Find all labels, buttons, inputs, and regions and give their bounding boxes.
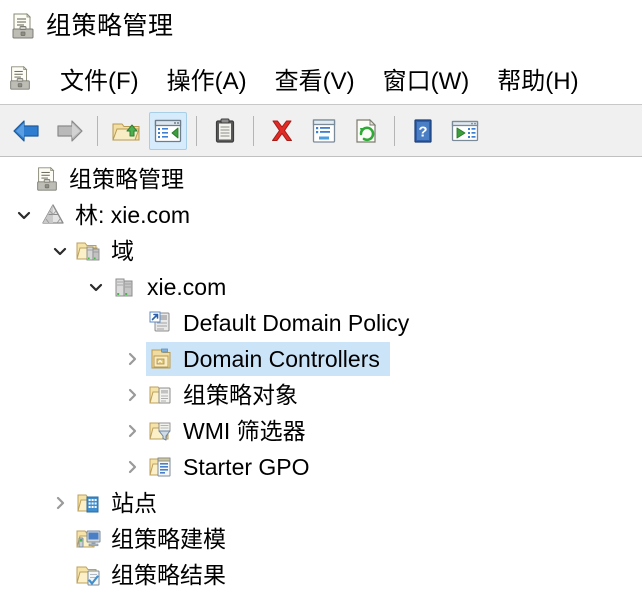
chevron-right-icon[interactable]: [118, 377, 146, 413]
show-console-tree-button[interactable]: [149, 111, 187, 150]
blue-question-icon: ?: [412, 118, 434, 144]
tree-node-starter-gpo[interactable]: Starter GPO: [0, 449, 642, 485]
tree-node-label: Starter GPO: [183, 453, 310, 480]
chevron-right-icon[interactable]: [118, 341, 146, 377]
chevron-down-icon[interactable]: [82, 269, 110, 305]
tree-node-label: 站点: [111, 489, 157, 516]
tree-node-label: WMI 筛选器: [183, 417, 306, 444]
tree-node-label: 组策略对象: [183, 381, 298, 408]
menu-view[interactable]: 查看(V): [261, 59, 369, 98]
group-policy-management-icon: [32, 164, 62, 194]
svg-text:?: ?: [418, 123, 427, 140]
tree-node-wmi-filters[interactable]: WMI 筛选器: [0, 413, 642, 449]
menu-help[interactable]: 帮助(H): [483, 59, 592, 98]
export-list-button[interactable]: [446, 112, 484, 150]
tree-node-label: 林: xie.com: [75, 201, 191, 228]
menu-window[interactable]: 窗口(W): [369, 59, 484, 98]
properties-clipboard-button[interactable]: [206, 112, 244, 150]
delete-button[interactable]: [263, 112, 301, 150]
tree-node-sites[interactable]: 站点: [0, 485, 642, 521]
menu-item-list: 文件(F) 操作(A) 查看(V) 窗口(W) 帮助(H): [46, 59, 593, 98]
refresh-green-icon: [354, 118, 378, 144]
tree-node-label: Default Domain Policy: [183, 309, 410, 336]
back-arrow-icon: [12, 118, 42, 144]
help-button[interactable]: ?: [404, 112, 442, 150]
tree-node-domain-controllers[interactable]: Domain Controllers: [0, 341, 642, 377]
chevron-right-icon[interactable]: [118, 449, 146, 485]
tree-node-forest[interactable]: 林: xie.com: [0, 197, 642, 233]
forward-button[interactable]: [50, 112, 88, 150]
forest-icon: [38, 200, 68, 230]
menu-action[interactable]: 操作(A): [153, 59, 261, 98]
export-list-icon: [451, 119, 479, 143]
gp-modeling-folder-icon: [74, 524, 104, 554]
starter-gpo-folder-icon: [146, 452, 176, 482]
chevron-right-icon[interactable]: [46, 485, 74, 521]
tree-node-label: Domain Controllers: [183, 345, 380, 372]
chevron-down-icon[interactable]: [10, 197, 38, 233]
tree-node-gp-modeling[interactable]: 组策略建模: [0, 521, 642, 557]
refresh-button[interactable]: [347, 112, 385, 150]
menu-bar: 文件(F) 操作(A) 查看(V) 窗口(W) 帮助(H): [0, 52, 642, 104]
toolbar-separator: [97, 115, 98, 146]
tree-node-label: 组策略结果: [111, 561, 226, 588]
toolbar: ?: [0, 104, 642, 157]
sites-folder-icon: [74, 488, 104, 518]
group-policy-management-icon[interactable]: [6, 64, 34, 92]
folder-up-icon: [111, 118, 141, 144]
forward-arrow-icon: [54, 118, 84, 144]
tree-node-label: 域: [111, 237, 134, 264]
wmi-filter-folder-icon: [146, 416, 176, 446]
console-tree-icon: [154, 119, 182, 143]
tree-node-domains[interactable]: 域: [0, 233, 642, 269]
expander-placeholder: [46, 521, 74, 557]
chevron-right-icon[interactable]: [118, 413, 146, 449]
chevron-down-icon[interactable]: [46, 233, 74, 269]
tree-node-group-policy-objects[interactable]: 组策略对象: [0, 377, 642, 413]
toolbar-separator: [394, 115, 395, 146]
console-tree: 组策略管理 林: xie.com 域 xie.com Default Domai…: [0, 157, 642, 593]
tree-node-label: 组策略管理: [69, 165, 184, 192]
back-button[interactable]: [8, 112, 46, 150]
expander-placeholder: [46, 557, 74, 593]
gpo-folder-icon: [146, 380, 176, 410]
gpo-link-icon: [146, 308, 176, 338]
ou-folder-icon: [146, 344, 176, 374]
toolbar-separator: [253, 115, 254, 146]
menu-file[interactable]: 文件(F): [46, 59, 153, 98]
properties-button[interactable]: [305, 112, 343, 150]
properties-window-icon: [311, 118, 337, 144]
domains-folder-icon: [74, 236, 104, 266]
toolbar-separator: [196, 115, 197, 146]
tree-node-gp-results[interactable]: 组策略结果: [0, 557, 642, 593]
gp-results-folder-icon: [74, 560, 104, 590]
tree-node-group-policy-management[interactable]: 组策略管理: [0, 161, 642, 197]
domain-server-icon: [110, 272, 140, 302]
red-x-icon: [268, 118, 296, 144]
tree-node-label: xie.com: [147, 273, 227, 300]
up-one-level-button[interactable]: [107, 112, 145, 150]
tree-node-domain-xie-com[interactable]: xie.com: [0, 269, 642, 305]
expander-placeholder: [4, 161, 32, 197]
title-bar: 组策略管理: [0, 0, 642, 52]
tree-node-label: 组策略建模: [111, 525, 226, 552]
group-policy-management-icon: [8, 11, 38, 41]
window-title: 组策略管理: [46, 11, 174, 40]
tree-node-default-domain-policy[interactable]: Default Domain Policy: [0, 305, 642, 341]
clipboard-icon: [214, 118, 236, 144]
